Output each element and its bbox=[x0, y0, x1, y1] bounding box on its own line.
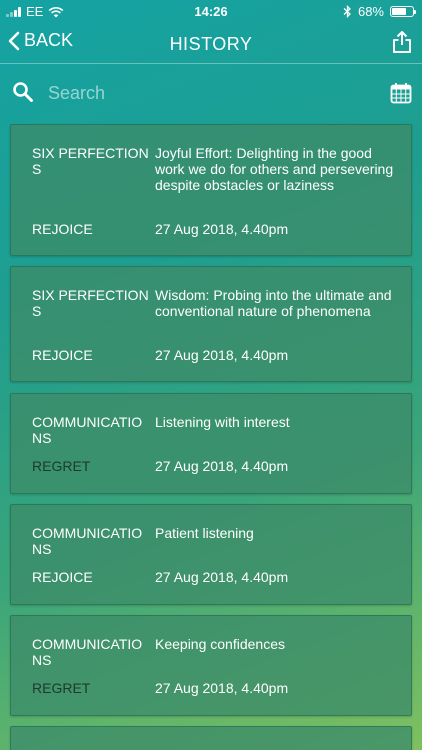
history-card[interactable]: COMMUNICATIONS Keeping confidences REGRE… bbox=[10, 615, 412, 716]
share-icon bbox=[393, 31, 411, 53]
search-row bbox=[0, 76, 422, 112]
entry-action: REGRET bbox=[32, 458, 91, 474]
entry-description: Patient listening bbox=[155, 525, 254, 541]
entry-category: COMMUNICATIONS bbox=[32, 414, 143, 446]
status-right: 68% bbox=[343, 4, 416, 19]
share-button[interactable] bbox=[392, 30, 412, 59]
page-title: HISTORY bbox=[169, 34, 253, 54]
entry-category: SIX PERFECTIONS bbox=[32, 287, 149, 319]
history-card[interactable]: COMMUNICATIONS Listening with interest R… bbox=[10, 393, 412, 494]
status-bar: EE 14:26 68% bbox=[0, 0, 422, 22]
entry-description: Joyful Effort: Delighting in the good wo… bbox=[155, 145, 394, 193]
entry-action: REJOICE bbox=[32, 347, 93, 363]
entry-category: COMMUNICATIONS bbox=[32, 636, 143, 668]
entry-timestamp: 27 Aug 2018, 4.40pm bbox=[155, 221, 289, 237]
history-card-partial[interactable] bbox=[10, 726, 412, 750]
entry-category: SIX PERFECTIONS bbox=[32, 145, 149, 177]
entry-timestamp: 27 Aug 2018, 4.40pm bbox=[155, 458, 289, 474]
history-card[interactable]: COMMUNICATIONS Patient listening REJOICE… bbox=[10, 504, 412, 605]
bluetooth-icon bbox=[343, 5, 351, 18]
nav-bar: BACK HISTORY bbox=[0, 22, 422, 64]
battery-percent: 68% bbox=[357, 4, 384, 19]
entry-action: REJOICE bbox=[32, 221, 93, 237]
entry-action: REGRET bbox=[32, 680, 91, 696]
battery-icon bbox=[390, 6, 416, 17]
search-input[interactable] bbox=[48, 78, 348, 108]
entry-action: REJOICE bbox=[32, 569, 93, 585]
battery-fill bbox=[392, 8, 406, 15]
history-card[interactable]: SIX PERFECTIONS Joyful Effort: Delightin… bbox=[10, 124, 412, 256]
history-card[interactable]: SIX PERFECTIONS Wisdom: Probing into the… bbox=[10, 266, 412, 382]
search-icon bbox=[13, 82, 33, 102]
calendar-icon[interactable] bbox=[390, 82, 412, 104]
entry-description: Wisdom: Probing into the ultimate and co… bbox=[155, 287, 392, 319]
entry-timestamp: 27 Aug 2018, 4.40pm bbox=[155, 347, 289, 363]
entry-timestamp: 27 Aug 2018, 4.40pm bbox=[155, 569, 289, 585]
entry-description: Listening with interest bbox=[155, 414, 290, 430]
entry-category: COMMUNICATIONS bbox=[32, 525, 143, 557]
entry-description: Keeping confidences bbox=[155, 636, 285, 652]
entry-timestamp: 27 Aug 2018, 4.40pm bbox=[155, 680, 289, 696]
